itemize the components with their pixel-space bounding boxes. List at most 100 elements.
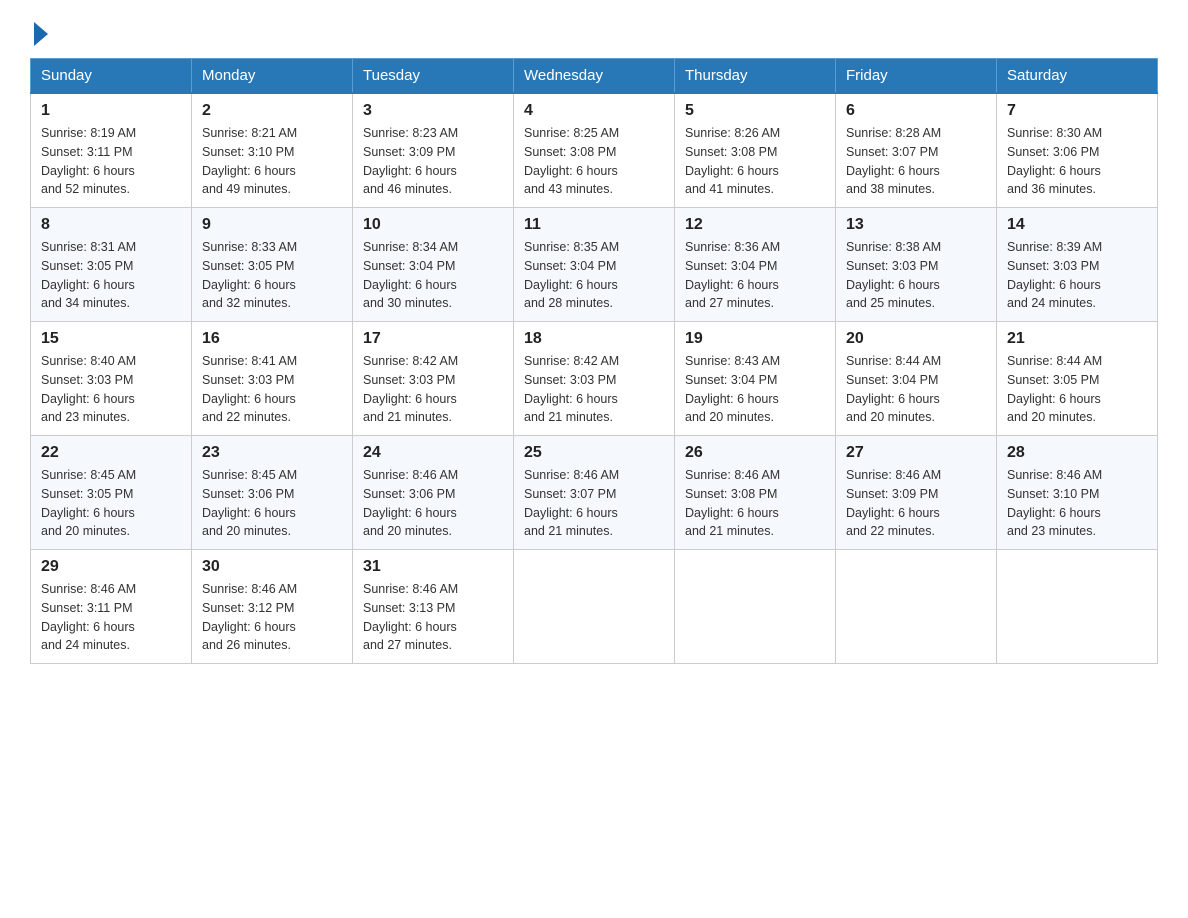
calendar-day-cell: 25 Sunrise: 8:46 AM Sunset: 3:07 PM Dayl…	[514, 436, 675, 550]
calendar-day-cell	[997, 550, 1158, 664]
weekday-header-wednesday: Wednesday	[514, 59, 675, 94]
weekday-header-monday: Monday	[192, 59, 353, 94]
day-info: Sunrise: 8:35 AM Sunset: 3:04 PM Dayligh…	[524, 238, 664, 313]
day-number: 16	[202, 330, 342, 348]
calendar-day-cell: 6 Sunrise: 8:28 AM Sunset: 3:07 PM Dayli…	[836, 93, 997, 208]
day-info: Sunrise: 8:46 AM Sunset: 3:12 PM Dayligh…	[202, 580, 342, 655]
day-info: Sunrise: 8:23 AM Sunset: 3:09 PM Dayligh…	[363, 124, 503, 199]
day-info: Sunrise: 8:30 AM Sunset: 3:06 PM Dayligh…	[1007, 124, 1147, 199]
calendar-day-cell: 29 Sunrise: 8:46 AM Sunset: 3:11 PM Dayl…	[31, 550, 192, 664]
day-number: 4	[524, 102, 664, 120]
calendar-day-cell: 4 Sunrise: 8:25 AM Sunset: 3:08 PM Dayli…	[514, 93, 675, 208]
page-header	[30, 20, 1158, 42]
day-number: 11	[524, 216, 664, 234]
calendar-day-cell: 26 Sunrise: 8:46 AM Sunset: 3:08 PM Dayl…	[675, 436, 836, 550]
calendar-day-cell: 14 Sunrise: 8:39 AM Sunset: 3:03 PM Dayl…	[997, 208, 1158, 322]
calendar-day-cell: 9 Sunrise: 8:33 AM Sunset: 3:05 PM Dayli…	[192, 208, 353, 322]
day-info: Sunrise: 8:34 AM Sunset: 3:04 PM Dayligh…	[363, 238, 503, 313]
day-number: 18	[524, 330, 664, 348]
calendar-day-cell	[836, 550, 997, 664]
calendar-week-row: 15 Sunrise: 8:40 AM Sunset: 3:03 PM Dayl…	[31, 322, 1158, 436]
day-info: Sunrise: 8:41 AM Sunset: 3:03 PM Dayligh…	[202, 352, 342, 427]
calendar-day-cell: 7 Sunrise: 8:30 AM Sunset: 3:06 PM Dayli…	[997, 93, 1158, 208]
calendar-day-cell: 21 Sunrise: 8:44 AM Sunset: 3:05 PM Dayl…	[997, 322, 1158, 436]
calendar-day-cell: 31 Sunrise: 8:46 AM Sunset: 3:13 PM Dayl…	[353, 550, 514, 664]
day-info: Sunrise: 8:39 AM Sunset: 3:03 PM Dayligh…	[1007, 238, 1147, 313]
calendar-day-cell: 8 Sunrise: 8:31 AM Sunset: 3:05 PM Dayli…	[31, 208, 192, 322]
logo	[30, 20, 48, 42]
day-number: 10	[363, 216, 503, 234]
day-info: Sunrise: 8:46 AM Sunset: 3:13 PM Dayligh…	[363, 580, 503, 655]
day-number: 17	[363, 330, 503, 348]
calendar-day-cell: 1 Sunrise: 8:19 AM Sunset: 3:11 PM Dayli…	[31, 93, 192, 208]
calendar-day-cell: 12 Sunrise: 8:36 AM Sunset: 3:04 PM Dayl…	[675, 208, 836, 322]
day-info: Sunrise: 8:21 AM Sunset: 3:10 PM Dayligh…	[202, 124, 342, 199]
day-info: Sunrise: 8:46 AM Sunset: 3:09 PM Dayligh…	[846, 466, 986, 541]
day-info: Sunrise: 8:46 AM Sunset: 3:10 PM Dayligh…	[1007, 466, 1147, 541]
day-number: 6	[846, 102, 986, 120]
day-info: Sunrise: 8:46 AM Sunset: 3:11 PM Dayligh…	[41, 580, 181, 655]
calendar-day-cell: 5 Sunrise: 8:26 AM Sunset: 3:08 PM Dayli…	[675, 93, 836, 208]
calendar-day-cell: 20 Sunrise: 8:44 AM Sunset: 3:04 PM Dayl…	[836, 322, 997, 436]
day-info: Sunrise: 8:42 AM Sunset: 3:03 PM Dayligh…	[363, 352, 503, 427]
day-number: 9	[202, 216, 342, 234]
day-info: Sunrise: 8:33 AM Sunset: 3:05 PM Dayligh…	[202, 238, 342, 313]
day-info: Sunrise: 8:44 AM Sunset: 3:04 PM Dayligh…	[846, 352, 986, 427]
day-info: Sunrise: 8:42 AM Sunset: 3:03 PM Dayligh…	[524, 352, 664, 427]
weekday-header-saturday: Saturday	[997, 59, 1158, 94]
calendar-day-cell: 22 Sunrise: 8:45 AM Sunset: 3:05 PM Dayl…	[31, 436, 192, 550]
day-number: 7	[1007, 102, 1147, 120]
day-number: 3	[363, 102, 503, 120]
calendar-day-cell: 24 Sunrise: 8:46 AM Sunset: 3:06 PM Dayl…	[353, 436, 514, 550]
day-info: Sunrise: 8:44 AM Sunset: 3:05 PM Dayligh…	[1007, 352, 1147, 427]
day-number: 12	[685, 216, 825, 234]
day-info: Sunrise: 8:26 AM Sunset: 3:08 PM Dayligh…	[685, 124, 825, 199]
day-info: Sunrise: 8:46 AM Sunset: 3:07 PM Dayligh…	[524, 466, 664, 541]
calendar-week-row: 8 Sunrise: 8:31 AM Sunset: 3:05 PM Dayli…	[31, 208, 1158, 322]
calendar-day-cell: 2 Sunrise: 8:21 AM Sunset: 3:10 PM Dayli…	[192, 93, 353, 208]
calendar-day-cell: 16 Sunrise: 8:41 AM Sunset: 3:03 PM Dayl…	[192, 322, 353, 436]
calendar-week-row: 1 Sunrise: 8:19 AM Sunset: 3:11 PM Dayli…	[31, 93, 1158, 208]
calendar-day-cell: 11 Sunrise: 8:35 AM Sunset: 3:04 PM Dayl…	[514, 208, 675, 322]
weekday-header-thursday: Thursday	[675, 59, 836, 94]
weekday-header-sunday: Sunday	[31, 59, 192, 94]
day-number: 28	[1007, 444, 1147, 462]
day-number: 29	[41, 558, 181, 576]
day-number: 22	[41, 444, 181, 462]
day-number: 13	[846, 216, 986, 234]
day-number: 14	[1007, 216, 1147, 234]
logo-arrow-icon	[34, 22, 48, 46]
calendar-day-cell: 10 Sunrise: 8:34 AM Sunset: 3:04 PM Dayl…	[353, 208, 514, 322]
day-info: Sunrise: 8:46 AM Sunset: 3:08 PM Dayligh…	[685, 466, 825, 541]
day-number: 23	[202, 444, 342, 462]
calendar-day-cell: 17 Sunrise: 8:42 AM Sunset: 3:03 PM Dayl…	[353, 322, 514, 436]
day-info: Sunrise: 8:40 AM Sunset: 3:03 PM Dayligh…	[41, 352, 181, 427]
day-info: Sunrise: 8:43 AM Sunset: 3:04 PM Dayligh…	[685, 352, 825, 427]
day-number: 25	[524, 444, 664, 462]
calendar-week-row: 22 Sunrise: 8:45 AM Sunset: 3:05 PM Dayl…	[31, 436, 1158, 550]
calendar-day-cell: 28 Sunrise: 8:46 AM Sunset: 3:10 PM Dayl…	[997, 436, 1158, 550]
day-info: Sunrise: 8:19 AM Sunset: 3:11 PM Dayligh…	[41, 124, 181, 199]
calendar-day-cell: 19 Sunrise: 8:43 AM Sunset: 3:04 PM Dayl…	[675, 322, 836, 436]
calendar-day-cell: 15 Sunrise: 8:40 AM Sunset: 3:03 PM Dayl…	[31, 322, 192, 436]
calendar-day-cell: 18 Sunrise: 8:42 AM Sunset: 3:03 PM Dayl…	[514, 322, 675, 436]
calendar-day-cell	[514, 550, 675, 664]
day-number: 2	[202, 102, 342, 120]
day-info: Sunrise: 8:36 AM Sunset: 3:04 PM Dayligh…	[685, 238, 825, 313]
day-number: 20	[846, 330, 986, 348]
day-info: Sunrise: 8:46 AM Sunset: 3:06 PM Dayligh…	[363, 466, 503, 541]
calendar-day-cell: 3 Sunrise: 8:23 AM Sunset: 3:09 PM Dayli…	[353, 93, 514, 208]
calendar-header-row: SundayMondayTuesdayWednesdayThursdayFrid…	[31, 59, 1158, 94]
day-number: 26	[685, 444, 825, 462]
day-number: 19	[685, 330, 825, 348]
calendar-day-cell	[675, 550, 836, 664]
calendar-week-row: 29 Sunrise: 8:46 AM Sunset: 3:11 PM Dayl…	[31, 550, 1158, 664]
day-info: Sunrise: 8:45 AM Sunset: 3:06 PM Dayligh…	[202, 466, 342, 541]
day-info: Sunrise: 8:45 AM Sunset: 3:05 PM Dayligh…	[41, 466, 181, 541]
calendar-day-cell: 23 Sunrise: 8:45 AM Sunset: 3:06 PM Dayl…	[192, 436, 353, 550]
day-number: 5	[685, 102, 825, 120]
day-info: Sunrise: 8:25 AM Sunset: 3:08 PM Dayligh…	[524, 124, 664, 199]
day-info: Sunrise: 8:31 AM Sunset: 3:05 PM Dayligh…	[41, 238, 181, 313]
calendar-day-cell: 30 Sunrise: 8:46 AM Sunset: 3:12 PM Dayl…	[192, 550, 353, 664]
day-number: 31	[363, 558, 503, 576]
